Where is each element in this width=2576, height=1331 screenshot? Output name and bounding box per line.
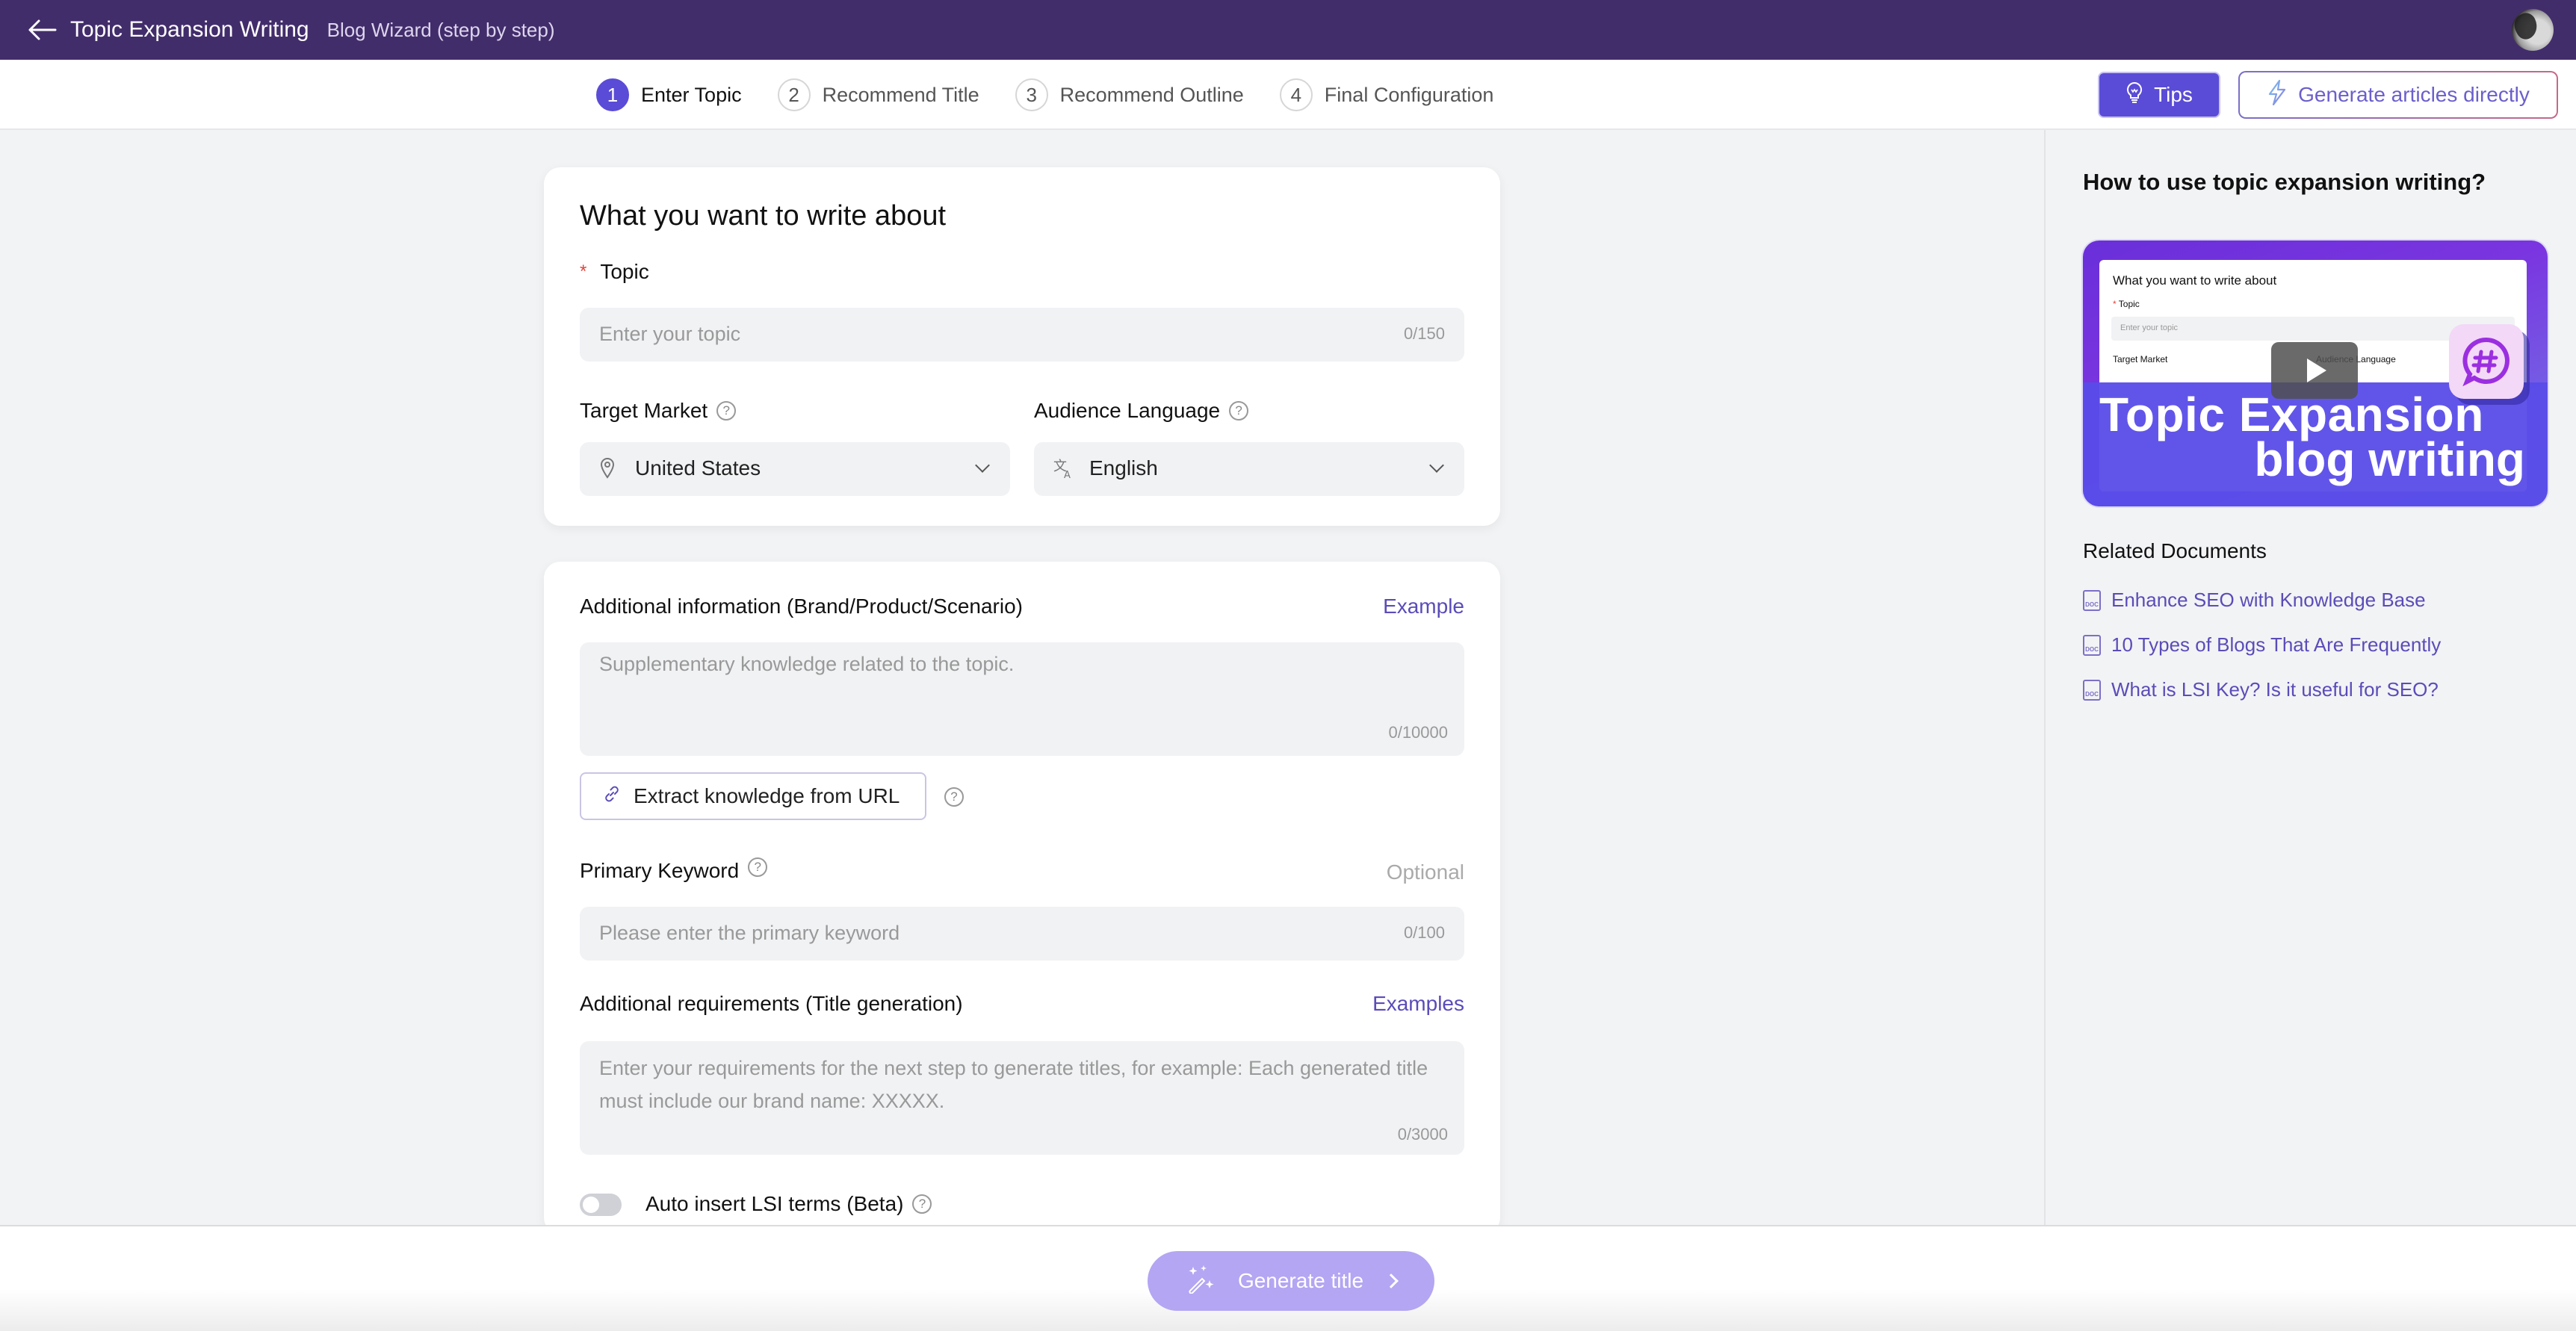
audience-language-label-text: Audience Language bbox=[1034, 399, 1221, 422]
user-avatar[interactable] bbox=[2512, 9, 2554, 51]
card-title: What you want to write about bbox=[580, 200, 947, 232]
additional-requirements-textarea[interactable]: Enter your requirements for the next ste… bbox=[580, 1041, 1464, 1155]
preview-topic: * Topic bbox=[2113, 299, 2140, 309]
step-number: 1 bbox=[596, 78, 629, 111]
tutorial-video[interactable]: What you want to write about * Topic Ent… bbox=[2083, 241, 2548, 506]
lsi-label: Auto insert LSI terms (Beta) ? bbox=[645, 1192, 932, 1216]
topic-label-text: Topic bbox=[600, 260, 649, 283]
wizard-steps: 1 Enter Topic 2 Recommend Title 3 Recomm… bbox=[596, 60, 1529, 130]
example-link[interactable]: Example bbox=[1383, 595, 1464, 618]
extract-label: Extract knowledge from URL bbox=[634, 784, 900, 807]
additional-requirements-placeholder: Enter your requirements for the next ste… bbox=[599, 1057, 1428, 1112]
back-arrow-icon[interactable] bbox=[25, 13, 58, 46]
primary-keyword-counter: 0/100 bbox=[1403, 923, 1445, 942]
step-number: 2 bbox=[777, 78, 811, 111]
location-pin-icon bbox=[599, 457, 616, 483]
topic-label: * Topic bbox=[580, 260, 649, 284]
step-final-configuration[interactable]: 4 Final Configuration bbox=[1279, 78, 1494, 111]
primary-keyword-input[interactable]: Please enter the primary keyword 0/100 bbox=[580, 907, 1464, 961]
generate-title-label: Generate title bbox=[1237, 1269, 1364, 1292]
help-icon[interactable]: ? bbox=[748, 857, 768, 877]
help-icon[interactable]: ? bbox=[912, 1194, 932, 1214]
step-recommend-title[interactable]: 2 Recommend Title bbox=[777, 78, 979, 111]
related-doc-link[interactable]: DOC What is LSI Key? Is it useful for SE… bbox=[2083, 678, 2439, 701]
preview-topic-text: Topic bbox=[2118, 299, 2140, 309]
top-bar: Topic Expansion Writing Blog Wizard (ste… bbox=[0, 0, 2576, 60]
play-icon bbox=[2307, 359, 2326, 382]
step-recommend-outline[interactable]: 3 Recommend Outline bbox=[1015, 78, 1244, 111]
doc-title: What is LSI Key? Is it useful for SEO? bbox=[2111, 678, 2439, 701]
step-number: 4 bbox=[1279, 78, 1313, 111]
step-number: 3 bbox=[1015, 78, 1048, 111]
preview-target-market: Target Market bbox=[2113, 354, 2168, 364]
svg-text:A: A bbox=[1064, 470, 1071, 480]
doc-icon: DOC bbox=[2083, 634, 2101, 656]
lightning-icon bbox=[2267, 79, 2288, 111]
tips-button[interactable]: Tips bbox=[2098, 72, 2220, 118]
step-label: Enter Topic bbox=[641, 83, 742, 106]
additional-info-placeholder: Supplementary knowledge related to the t… bbox=[599, 653, 1015, 675]
extract-knowledge-from-url-button[interactable]: Extract knowledge from URL bbox=[580, 772, 926, 820]
lsi-label-text: Auto insert LSI terms (Beta) bbox=[645, 1192, 904, 1215]
generate-direct-label: Generate articles directly bbox=[2298, 83, 2530, 106]
additional-requirements-label: Additional requirements (Title generatio… bbox=[580, 992, 963, 1015]
primary-keyword-label: Primary Keyword ? bbox=[580, 857, 768, 883]
related-documents-title: Related Documents bbox=[2083, 539, 2267, 562]
related-doc-link[interactable]: DOC 10 Types of Blogs That Are Frequentl… bbox=[2083, 633, 2441, 657]
audience-language-value: English bbox=[1089, 456, 1158, 480]
generate-title-button[interactable]: Generate title bbox=[1148, 1251, 1434, 1311]
step-label: Recommend Outline bbox=[1059, 83, 1244, 106]
step-enter-topic[interactable]: 1 Enter Topic bbox=[596, 78, 742, 111]
hashtag-chat-icon bbox=[2449, 324, 2524, 399]
topic-card: What you want to write about * Topic Ent… bbox=[544, 167, 1500, 526]
optional-hint: Optional bbox=[1386, 860, 1464, 884]
help-icon[interactable]: ? bbox=[944, 787, 964, 807]
additional-info-textarea[interactable]: Supplementary knowledge related to the t… bbox=[580, 642, 1464, 756]
topic-placeholder: Enter your topic bbox=[599, 323, 741, 345]
link-icon bbox=[602, 784, 622, 809]
help-icon[interactable]: ? bbox=[716, 401, 737, 421]
chevron-right-icon bbox=[1384, 1273, 1399, 1288]
step-label: Recommend Title bbox=[822, 83, 979, 106]
details-card: Additional information (Brand/Product/Sc… bbox=[544, 562, 1500, 1234]
step-label: Final Configuration bbox=[1324, 83, 1494, 106]
topic-counter: 0/150 bbox=[1403, 324, 1445, 343]
target-market-select[interactable]: United States bbox=[580, 442, 1010, 496]
additional-info-counter: 0/10000 bbox=[1388, 723, 1448, 742]
target-market-label: Target Market ? bbox=[580, 399, 737, 423]
help-sidebar: How to use topic expansion writing? What… bbox=[2044, 130, 2576, 1225]
topic-input[interactable]: Enter your topic 0/150 bbox=[580, 308, 1464, 362]
chevron-down-icon bbox=[975, 458, 990, 473]
magic-wand-icon bbox=[1186, 1264, 1216, 1299]
doc-title: Enhance SEO with Knowledge Base bbox=[2111, 589, 2426, 611]
target-market-label-text: Target Market bbox=[580, 399, 708, 422]
preview-title: What you want to write about bbox=[2113, 273, 2277, 288]
play-button[interactable] bbox=[2271, 342, 2358, 399]
required-marker: * bbox=[580, 261, 587, 282]
doc-icon: DOC bbox=[2083, 679, 2101, 701]
app-title: Topic Expansion Writing bbox=[70, 17, 309, 42]
audience-language-label: Audience Language ? bbox=[1034, 399, 1249, 423]
lsi-toggle[interactable] bbox=[580, 1194, 622, 1216]
additional-info-label: Additional information (Brand/Product/Sc… bbox=[580, 595, 1023, 618]
sidebar-title: How to use topic expansion writing? bbox=[2083, 169, 2486, 195]
audience-language-select[interactable]: 文A English bbox=[1034, 442, 1464, 496]
examples-link[interactable]: Examples bbox=[1372, 992, 1464, 1016]
primary-keyword-label-text: Primary Keyword bbox=[580, 859, 740, 882]
tips-label: Tips bbox=[2154, 83, 2193, 106]
additional-requirements-counter: 0/3000 bbox=[1397, 1125, 1448, 1144]
generate-articles-directly-button[interactable]: Generate articles directly bbox=[2238, 71, 2558, 119]
lightbulb-icon bbox=[2125, 81, 2143, 109]
doc-icon: DOC bbox=[2083, 589, 2101, 611]
related-doc-link[interactable]: DOC Enhance SEO with Knowledge Base bbox=[2083, 589, 2426, 612]
primary-keyword-placeholder: Please enter the primary keyword bbox=[599, 922, 900, 944]
chevron-down-icon bbox=[1429, 458, 1444, 473]
target-market-value: United States bbox=[635, 456, 761, 480]
app-subtitle: Blog Wizard (step by step) bbox=[326, 18, 555, 41]
help-icon[interactable]: ? bbox=[1229, 401, 1249, 421]
video-caption-line2: blog writing bbox=[2254, 432, 2525, 486]
doc-title: 10 Types of Blogs That Are Frequently bbox=[2111, 633, 2442, 656]
translate-icon: 文A bbox=[1053, 457, 1074, 483]
